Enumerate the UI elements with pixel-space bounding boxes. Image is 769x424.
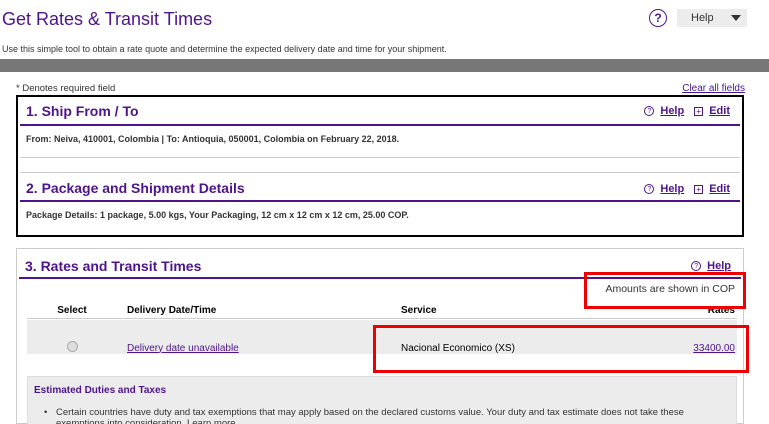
section1-divider [20,157,740,158]
expand-plus-icon: + [694,106,704,116]
clear-all-fields-link[interactable]: Clear all fields [682,83,745,94]
section2-summary: Package Details: 1 package, 5.00 kgs, Yo… [26,210,409,220]
section1-rule [20,124,740,126]
duties-panel: Estimated Duties and Taxes Certain count… [27,376,737,424]
highlight-service-rate-box [373,325,749,373]
duties-title: Estimated Duties and Taxes [34,385,167,396]
section1-title: 1. Ship From / To [26,103,139,119]
section1-summary: From: Neiva, 410001, Colombia | To: Anti… [26,134,400,144]
help-dropdown[interactable]: ? Help [649,8,757,28]
help-label: Help [691,12,714,24]
section2-title: 2. Package and Shipment Details [26,180,245,196]
select-radio[interactable] [66,341,78,352]
highlight-amounts-box [584,272,746,309]
section2-edit-link[interactable]: Edit [709,183,730,195]
help-question-icon: ? [649,9,667,27]
header-divider-bar [0,59,769,72]
section2-rule [20,200,740,202]
chevron-down-icon [731,15,741,21]
completed-sections-box: 1. Ship From / To ? Help + Edit From: Ne… [16,95,744,237]
expand-plus-icon: + [694,184,704,194]
section-separator [20,172,740,173]
page-title: Get Rates & Transit Times [2,9,213,29]
section1-edit-link[interactable]: Edit [709,105,730,117]
section1-help-link[interactable]: Help [660,105,684,117]
section2-actions: ? Help + Edit [644,183,730,195]
help-circle-icon: ? [644,184,655,194]
delivery-date-link[interactable]: Delivery date unavailable [127,343,239,354]
col-delivery: Delivery Date/Time [127,305,217,316]
col-select: Select [57,305,87,316]
section3-actions: ? Help [691,260,731,272]
help-circle-icon: ? [691,261,702,271]
section1-actions: ? Help + Edit [644,105,730,117]
help-circle-icon: ? [644,106,655,116]
page-subtitle: Use this simple tool to obtain a rate qu… [2,44,447,54]
section2-help-link[interactable]: Help [660,183,684,195]
section3-help-link[interactable]: Help [707,260,731,272]
duties-text: Certain countries have duty and tax exem… [44,407,728,424]
required-field-note: * Denotes required field [16,83,116,94]
section3-title: 3. Rates and Transit Times [25,258,202,274]
